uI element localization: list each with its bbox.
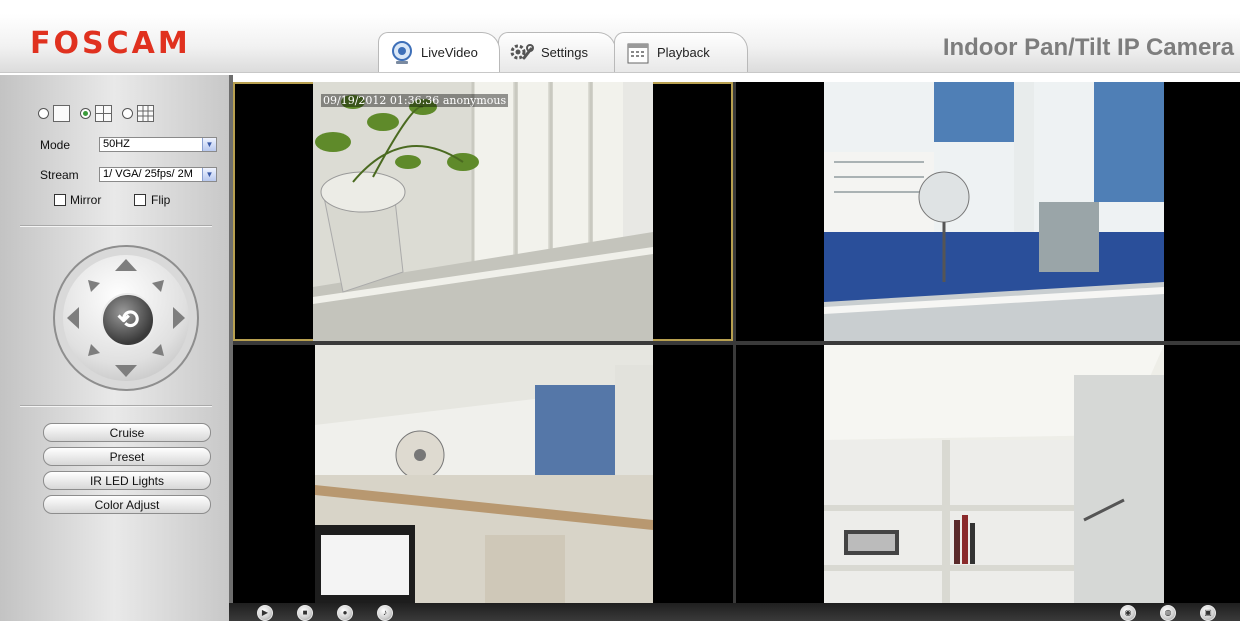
stream-select[interactable]: 1/ VGA/ 25fps/ 2M ▼ <box>99 167 217 182</box>
color-adjust-button[interactable]: Color Adjust <box>43 495 211 514</box>
camera-feed-4 <box>824 345 1164 603</box>
down-arrow-icon[interactable] <box>115 365 137 377</box>
flip-label: Flip <box>151 193 171 207</box>
single-view-radio[interactable] <box>38 108 49 119</box>
gears-icon <box>509 40 535 66</box>
tab-playback[interactable]: Playback <box>614 32 748 72</box>
down-left-arrow-icon[interactable] <box>88 344 100 356</box>
product-title: Indoor Pan/Tilt IP Camera <box>942 34 1234 61</box>
video-cell-2[interactable] <box>736 82 1240 341</box>
snapshot-icon[interactable]: ◉ <box>1120 605 1136 621</box>
camera-feed-2 <box>824 82 1164 341</box>
record-icon[interactable]: ◍ <box>1160 605 1176 621</box>
osd-date: 09/19/2012 01:36:36 <box>323 94 440 107</box>
chevron-down-icon[interactable]: ▼ <box>202 168 216 181</box>
up-left-arrow-icon[interactable] <box>88 280 100 292</box>
camera-feed-1 <box>313 82 653 341</box>
video-cell-3[interactable] <box>233 345 733 603</box>
fullscreen-icon[interactable]: ▣ <box>1200 605 1216 621</box>
tab-livevideo-label: LiveVideo <box>421 45 478 60</box>
down-right-arrow-icon[interactable] <box>152 344 164 356</box>
camera-feed-3 <box>315 345 653 603</box>
ptz-center-rotate-icon[interactable]: ⟲ <box>101 293 155 347</box>
calendar-icon <box>625 40 651 66</box>
stop-icon[interactable]: ■ <box>297 605 313 621</box>
header: FOSCAM LiveVideo Settings Playback Indoo… <box>0 0 1240 74</box>
left-control-panel: Mode 50HZ ▼ Stream 1/ VGA/ 25fps/ 2M ▼ M… <box>0 75 229 621</box>
osd-user: anonymous <box>442 94 507 107</box>
microphone-icon[interactable]: ● <box>337 605 353 621</box>
up-right-arrow-icon[interactable] <box>152 280 164 292</box>
nine-view-radio[interactable] <box>122 108 133 119</box>
view-layout-selector <box>38 105 164 122</box>
mode-select-value: 50HZ <box>103 138 130 150</box>
chevron-down-icon[interactable]: ▼ <box>202 138 216 151</box>
quad-view-radio[interactable] <box>80 108 91 119</box>
grid-separator-horizontal <box>233 341 1240 345</box>
divider <box>20 225 212 227</box>
stream-select-value: 1/ VGA/ 25fps/ 2M <box>103 168 193 180</box>
osd-timestamp: 09/19/2012 01:36:36 anonymous <box>321 94 509 107</box>
flip-checkbox[interactable] <box>134 194 146 206</box>
up-arrow-icon[interactable] <box>115 259 137 271</box>
nine-view-icon[interactable] <box>137 105 154 122</box>
ir-led-lights-button[interactable]: IR LED Lights <box>43 471 211 490</box>
video-cell-4[interactable] <box>736 345 1240 603</box>
webcam-icon <box>389 40 415 66</box>
mode-label: Mode <box>40 138 71 152</box>
video-cell-1[interactable]: 09/19/2012 01:36:36 anonymous <box>233 82 733 341</box>
tab-settings-label: Settings <box>541 45 588 60</box>
preset-button[interactable]: Preset <box>43 447 211 466</box>
stream-label: Stream <box>40 168 79 182</box>
tab-livevideo[interactable]: LiveVideo <box>378 32 500 72</box>
left-arrow-icon[interactable] <box>67 307 79 329</box>
quad-view-icon[interactable] <box>95 105 112 122</box>
mode-select[interactable]: 50HZ ▼ <box>99 137 217 152</box>
single-view-icon[interactable] <box>53 105 70 122</box>
cruise-button[interactable]: Cruise <box>43 423 211 442</box>
mirror-checkbox[interactable] <box>54 194 66 206</box>
video-toolbar: ▶ ■ ● ♪ ◉ ◍ ▣ <box>229 603 1240 621</box>
play-icon[interactable]: ▶ <box>257 605 273 621</box>
tab-playback-label: Playback <box>657 45 710 60</box>
right-arrow-icon[interactable] <box>173 307 185 329</box>
video-grid: 09/19/2012 01:36:36 anonymous <box>233 82 1240 603</box>
tab-settings[interactable]: Settings <box>498 32 616 72</box>
mirror-label: Mirror <box>70 193 102 207</box>
talk-icon[interactable]: ♪ <box>377 605 393 621</box>
ptz-control-wheel[interactable]: ⟲ <box>53 245 199 391</box>
foscam-logo: FOSCAM <box>30 26 191 61</box>
divider <box>20 405 212 407</box>
